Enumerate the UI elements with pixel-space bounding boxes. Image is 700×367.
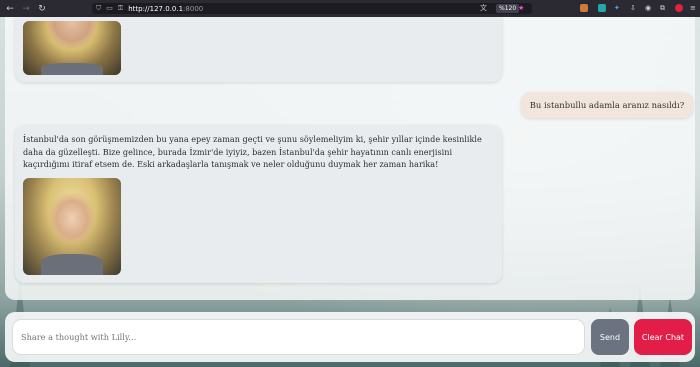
download-icon[interactable]: ⇩ <box>630 3 636 14</box>
send-button[interactable]: Send <box>591 319 629 355</box>
composer: Send Clear Chat <box>5 312 695 362</box>
menu-icon[interactable]: ≡ <box>690 3 696 14</box>
profile-avatar-icon[interactable] <box>675 4 683 12</box>
account-icon[interactable]: ◉ <box>645 3 651 14</box>
bot-message: İstanbul'da son görüşmemizden bu yana ep… <box>15 125 502 283</box>
zoom-level[interactable]: %120 <box>496 4 520 13</box>
bot-message <box>15 17 502 82</box>
clear-chat-button[interactable]: Clear Chat <box>634 319 692 355</box>
lock-icon[interactable]: ⚿ <box>118 3 123 14</box>
user-message: Bu istanbullu adamla aranız nasıldı? <box>521 92 693 118</box>
forward-arrow-icon[interactable]: → <box>20 3 32 15</box>
extension-icon-1[interactable] <box>580 4 588 12</box>
character-image <box>23 21 121 75</box>
address-bar[interactable]: ⛉ ▭ ⚿ http://127.0.0.1:8000 <box>92 3 532 14</box>
shield-icon[interactable]: ⛉ <box>96 3 101 14</box>
character-image <box>23 178 121 275</box>
page-icon: ▭ <box>106 4 113 12</box>
message-input[interactable] <box>12 319 585 355</box>
chat-history[interactable]: Bu istanbullu adamla aranız nasıldı? İst… <box>5 17 695 300</box>
bookmark-star-icon[interactable]: ★ <box>518 3 524 14</box>
extension-icon-2[interactable] <box>598 4 606 12</box>
translate-icon[interactable]: 文 <box>480 3 487 14</box>
extension-icon-3[interactable]: ✦ <box>614 3 620 14</box>
bot-message-text: İstanbul'da son görüşmemizden bu yana ep… <box>23 134 482 170</box>
extensions-icon[interactable]: ⧉ <box>660 3 665 14</box>
back-arrow-icon[interactable]: ← <box>4 3 16 15</box>
url-text[interactable]: http://127.0.0.1:8000 <box>128 5 203 13</box>
browser-toolbar: ← → ↻ ⛉ ▭ ⚿ http://127.0.0.1:8000 文 %120… <box>0 0 700 17</box>
reload-icon[interactable]: ↻ <box>36 3 48 15</box>
